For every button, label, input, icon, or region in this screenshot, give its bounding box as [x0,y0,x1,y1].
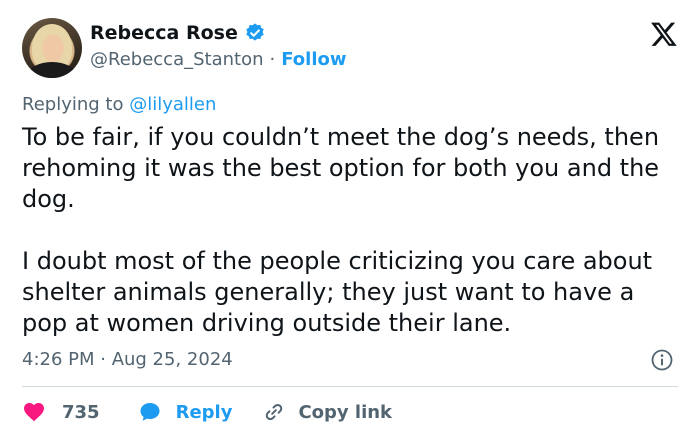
heart-icon [24,403,44,422]
separator-dot: · [269,49,276,70]
author-name[interactable]: Rebecca Rose [90,22,238,44]
tweet-timestamp[interactable]: 4:26 PM · Aug 25, 2024 [22,349,233,370]
replying-mention-link[interactable]: @lilyallen [129,94,216,115]
author-handle-row: @Rebecca_Stanton · Follow [90,49,347,70]
tweet-paragraph: To be fair, if you couldn’t meet the dog… [22,123,660,213]
copy-link-button[interactable]: Copy link [262,400,392,424]
action-bar: 735 Reply Copy link [22,400,392,424]
reply-bubble-icon [140,403,160,421]
verified-badge-icon [246,23,264,41]
link-icon [266,403,283,421]
info-icon[interactable] [650,348,674,372]
like-button[interactable]: 735 [22,400,100,424]
avatar-shoulders [28,62,76,78]
copy-link-label: Copy link [298,401,393,423]
divider [22,386,678,387]
avatar[interactable] [22,18,82,78]
replying-prefix: Replying to [22,94,124,115]
avatar-face [42,34,64,62]
follow-button[interactable]: Follow [281,49,346,70]
author-handle[interactable]: @Rebecca_Stanton [90,49,264,70]
reply-label: Reply [175,401,233,423]
replying-to-line: Replying to @lilyallen [22,94,216,115]
x-logo-icon[interactable] [650,20,678,48]
tweet-paragraph: I doubt most of the people criticizing y… [22,247,653,337]
author-name-row: Rebecca Rose [90,22,266,44]
tweet-text: To be fair, if you couldn’t meet the dog… [22,122,682,339]
reply-button[interactable]: Reply [138,400,233,424]
likes-count: 735 [62,401,100,423]
